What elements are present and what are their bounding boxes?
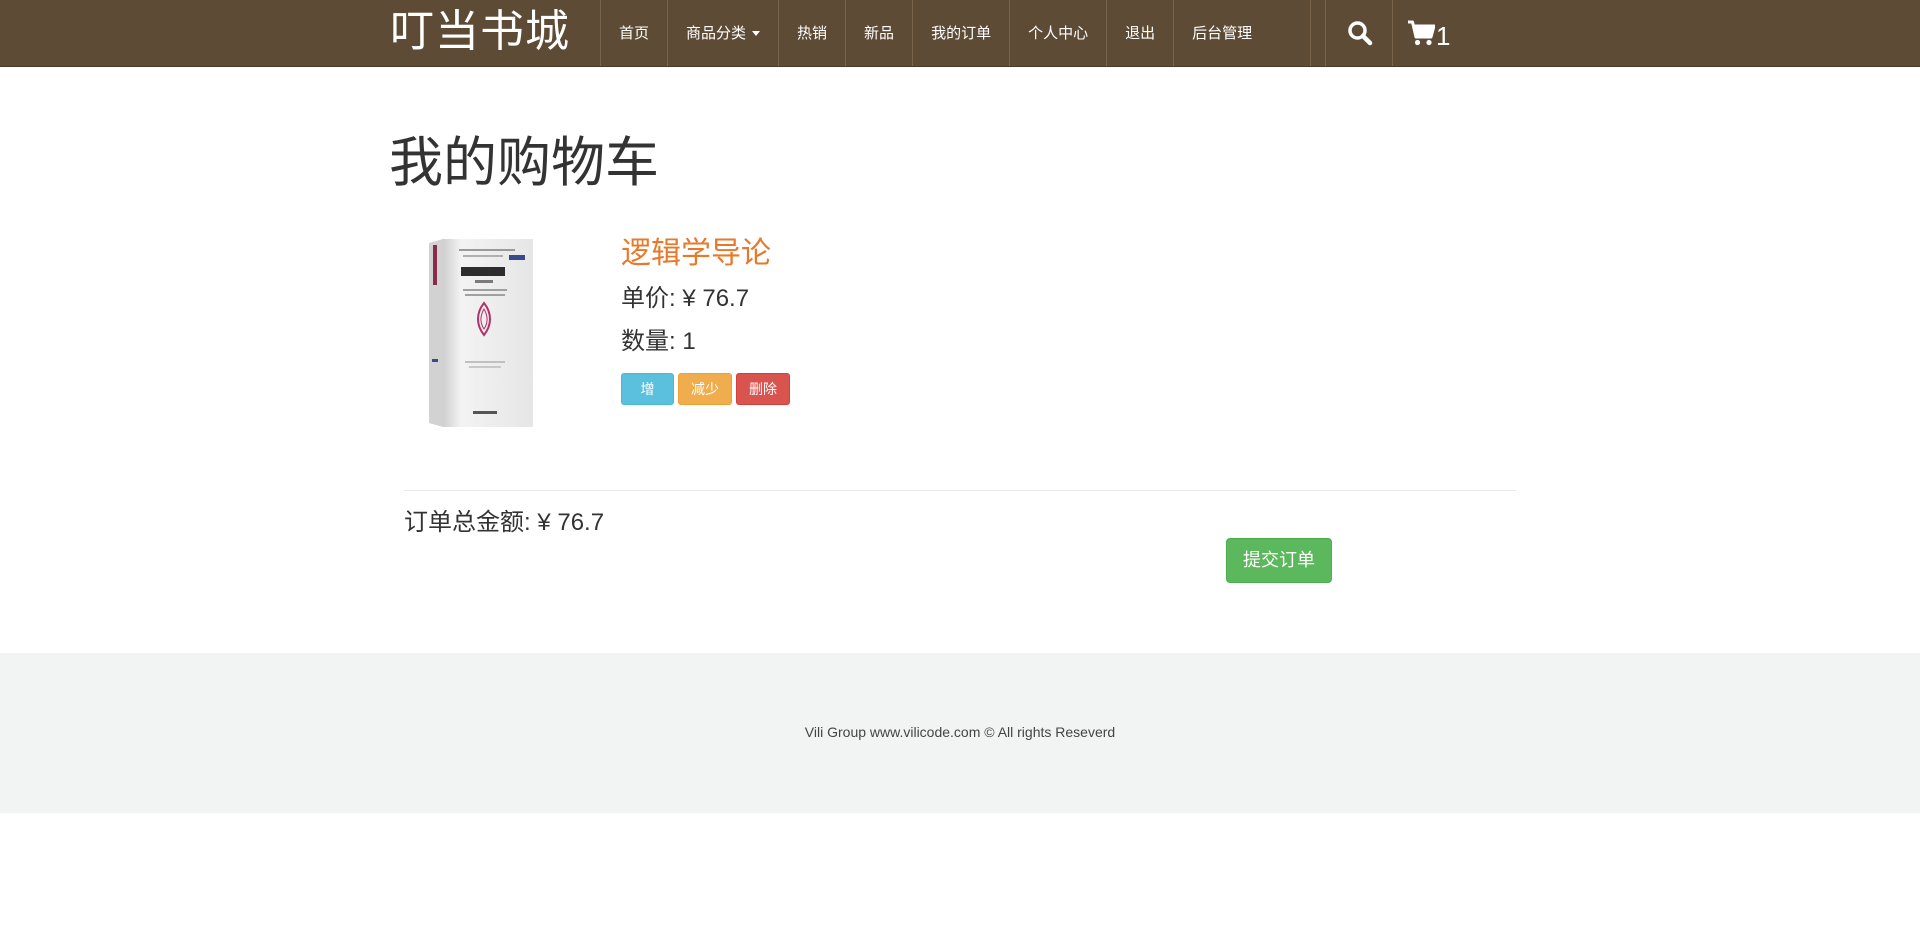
nav-categories-dropdown[interactable]: 商品分类 [668, 0, 780, 66]
top-navbar: 叮当书城 首页 商品分类 热销 新品 我的订单 个人中心 退出 后台管理 1 [0, 0, 1920, 67]
page-title: 我的购物车 [389, 131, 659, 194]
nav-profile-label: 个人中心 [1028, 24, 1089, 42]
cart-icon [1408, 20, 1435, 46]
search-icon [1347, 21, 1372, 46]
nav-home-label: 首页 [619, 24, 650, 42]
book-cover-image[interactable] [429, 239, 533, 427]
quantity: 数量: 1 [621, 328, 696, 355]
nav-admin[interactable]: 后台管理 [1174, 0, 1312, 66]
order-total: 订单总金额: ¥ 76.7 [404, 509, 605, 536]
cart-button[interactable]: 1 [1392, 0, 1462, 66]
decrease-button[interactable]: 减少 [678, 373, 732, 405]
nav-categories-label: 商品分类 [686, 24, 747, 42]
caret-down-icon [752, 31, 761, 36]
nav-admin-label: 后台管理 [1192, 24, 1253, 42]
nav-logout[interactable]: 退出 [1107, 0, 1175, 66]
delete-button[interactable]: 删除 [736, 373, 790, 405]
search-button[interactable] [1325, 0, 1393, 66]
nav-hot[interactable]: 热销 [779, 0, 847, 66]
nav-new[interactable]: 新品 [846, 0, 914, 66]
nav-logout-label: 退出 [1125, 24, 1156, 42]
nav-my-orders[interactable]: 我的订单 [913, 0, 1011, 66]
footer-copyright: Vili Group www.vilicode.com © All rights… [804, 724, 1116, 740]
cart-count-badge: 1 [1436, 20, 1451, 51]
footer: Vili Group www.vilicode.com © All rights… [0, 653, 1920, 813]
submit-order-button[interactable]: 提交订单 [1226, 538, 1332, 583]
divider [404, 490, 1516, 491]
nav-new-label: 新品 [864, 24, 895, 42]
nav-my-orders-label: 我的订单 [931, 24, 992, 42]
brand-logo[interactable]: 叮当书城 [390, 2, 570, 62]
nav-home[interactable]: 首页 [601, 0, 669, 66]
main-nav: 首页 商品分类 热销 新品 我的订单 个人中心 退出 后台管理 [600, 0, 1312, 66]
book-title-link[interactable]: 逻辑学导论 [621, 234, 771, 274]
nav-profile[interactable]: 个人中心 [1010, 0, 1108, 66]
increase-button[interactable]: 增加 [621, 373, 674, 430]
unit-price: 单价: ¥ 76.7 [621, 285, 750, 312]
nav-hot-label: 热销 [797, 24, 828, 42]
